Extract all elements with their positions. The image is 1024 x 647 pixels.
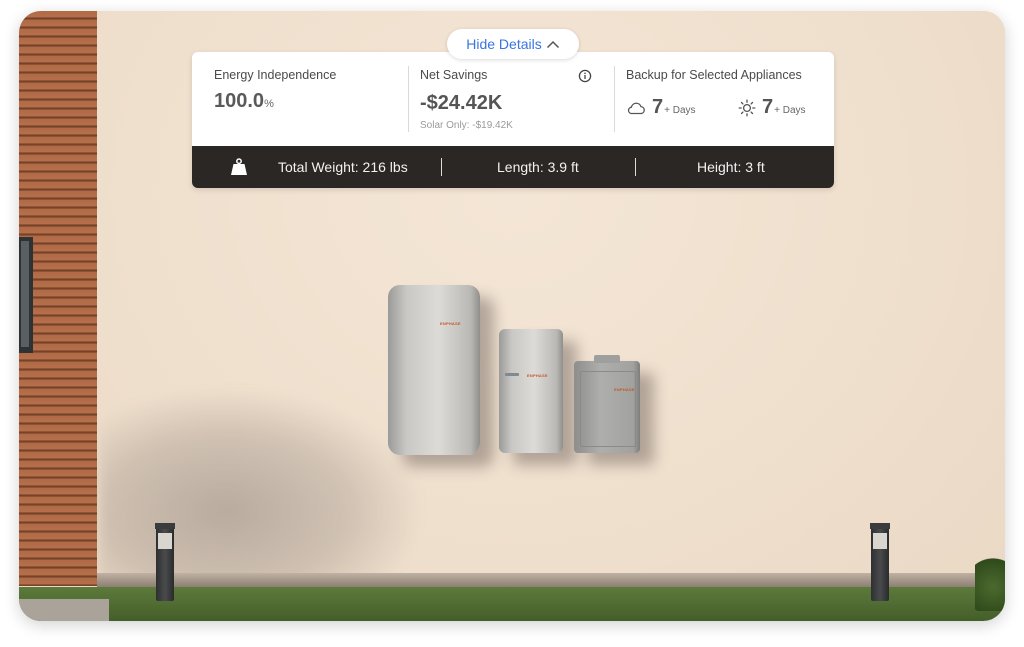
walkway (19, 599, 109, 621)
length-value: Length: 3.9 ft (497, 159, 579, 175)
divider (441, 158, 442, 176)
info-icon[interactable] (578, 69, 592, 83)
baseboard (97, 573, 1005, 587)
energy-independence-value: 100.0% (214, 90, 274, 113)
brand-logo: ENPHASE (614, 387, 635, 392)
energy-independence-label: Energy Independence (214, 68, 337, 82)
bush (975, 551, 1005, 611)
sunny-backup: 7 + Days (738, 96, 806, 119)
tree-shadow (99, 391, 419, 591)
divider (635, 158, 636, 176)
weight-icon (231, 158, 247, 175)
sunny-days-value: 7 (762, 96, 774, 118)
total-weight: Total Weight: 216 lbs (278, 159, 408, 175)
net-savings-stat: Net Savings -$24.42K Solar Only: -$19.42… (408, 66, 615, 132)
garden-light-left (155, 523, 175, 601)
cloud-icon (627, 102, 645, 114)
window (19, 237, 33, 353)
sun-icon (738, 99, 756, 116)
hide-details-button[interactable]: Hide Details (447, 29, 579, 59)
cloudy-backup: 7 + Days (626, 96, 696, 119)
stats-row: Energy Independence 100.0% Net Savings -… (192, 52, 834, 146)
battery-unit-large: ENPHASE (388, 285, 480, 455)
net-savings-value: -$24.42K (420, 92, 503, 114)
details-panel: Energy Independence 100.0% Net Savings -… (192, 52, 834, 188)
brand-logo: ENPHASE (440, 321, 461, 326)
product-scene: ENPHASE ENPHASE ENPHASE Energy Independe… (19, 11, 1005, 621)
cloudy-days-value: 7 (652, 96, 664, 118)
brand-logo: ENPHASE (527, 373, 548, 378)
backup-label: Backup for Selected Appliances (626, 68, 802, 82)
energy-independence-stat: Energy Independence 100.0% (192, 52, 408, 146)
hide-details-label: Hide Details (466, 36, 542, 52)
height-value: Height: 3 ft (697, 159, 765, 175)
backup-stat: Backup for Selected Appliances 7 + Days (614, 66, 834, 132)
dimensions-bar: Total Weight: 216 lbs Length: 3.9 ft Hei… (192, 146, 834, 188)
cloudy-days-unit: + Days (664, 105, 696, 116)
chevron-up-icon (546, 40, 559, 48)
garden-light-right (870, 523, 890, 601)
percent-unit: % (264, 98, 274, 110)
net-savings-label: Net Savings (420, 68, 488, 82)
solar-only-savings: Solar Only: -$19.42K (420, 120, 513, 131)
box-latch (594, 355, 620, 363)
combiner-box: ENPHASE (574, 355, 640, 453)
status-led (505, 373, 519, 376)
battery-unit-medium: ENPHASE (499, 329, 563, 453)
sunny-days-unit: + Days (774, 105, 806, 116)
energy-independence-number: 100.0 (214, 90, 265, 112)
